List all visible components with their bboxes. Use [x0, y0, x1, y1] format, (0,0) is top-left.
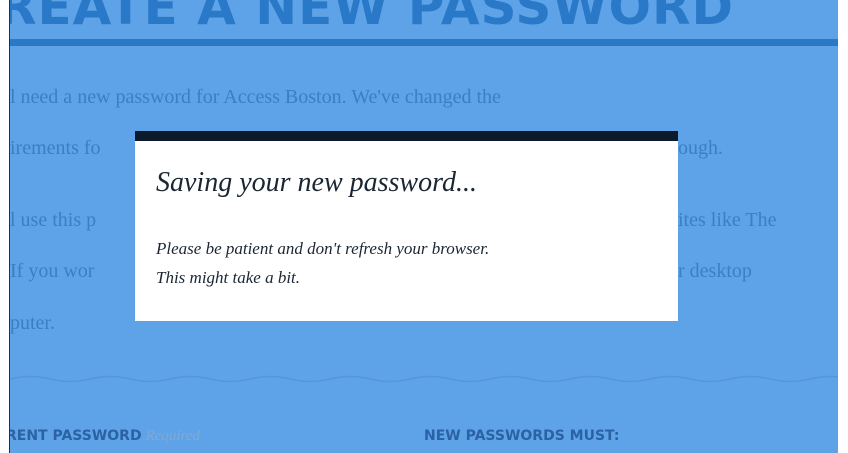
intro-paragraph-fragment: ites like The: [678, 209, 777, 231]
wave-divider: [10, 375, 838, 383]
right-edge: [838, 0, 848, 453]
intro-paragraph-line: irements fo: [10, 137, 101, 159]
current-password-label: RENT PASSWORD Required: [10, 428, 200, 445]
intro-paragraph-line: puter.: [10, 312, 55, 334]
modal-message-line: This might take a bit.: [156, 268, 301, 287]
saving-modal: Saving your new password... Please be pa…: [135, 131, 678, 321]
page-heading: REATE A NEW PASSWORD: [10, 0, 734, 36]
modal-title: Saving your new password...: [156, 167, 477, 198]
intro-paragraph-line: If you wor: [10, 260, 95, 282]
intro-paragraph-fragment: r desktop: [678, 260, 752, 282]
new-passwords-must-label: NEW PASSWORDS MUST:: [424, 428, 620, 444]
required-hint: Required: [145, 428, 201, 444]
modal-message: Please be patient and don't refresh your…: [156, 234, 656, 292]
current-password-label-text: RENT PASSWORD: [10, 428, 142, 444]
intro-paragraph-line: l need a new password for Access Boston.…: [10, 86, 501, 108]
browser-viewport: REATE A NEW PASSWORD l need a new passwo…: [0, 0, 848, 453]
heading-underline: [10, 39, 838, 46]
intro-paragraph-fragment: ough.: [678, 137, 723, 159]
left-border: [0, 0, 10, 453]
modal-message-line: Please be patient and don't refresh your…: [156, 239, 490, 258]
intro-paragraph-line: l use this p: [10, 209, 97, 231]
